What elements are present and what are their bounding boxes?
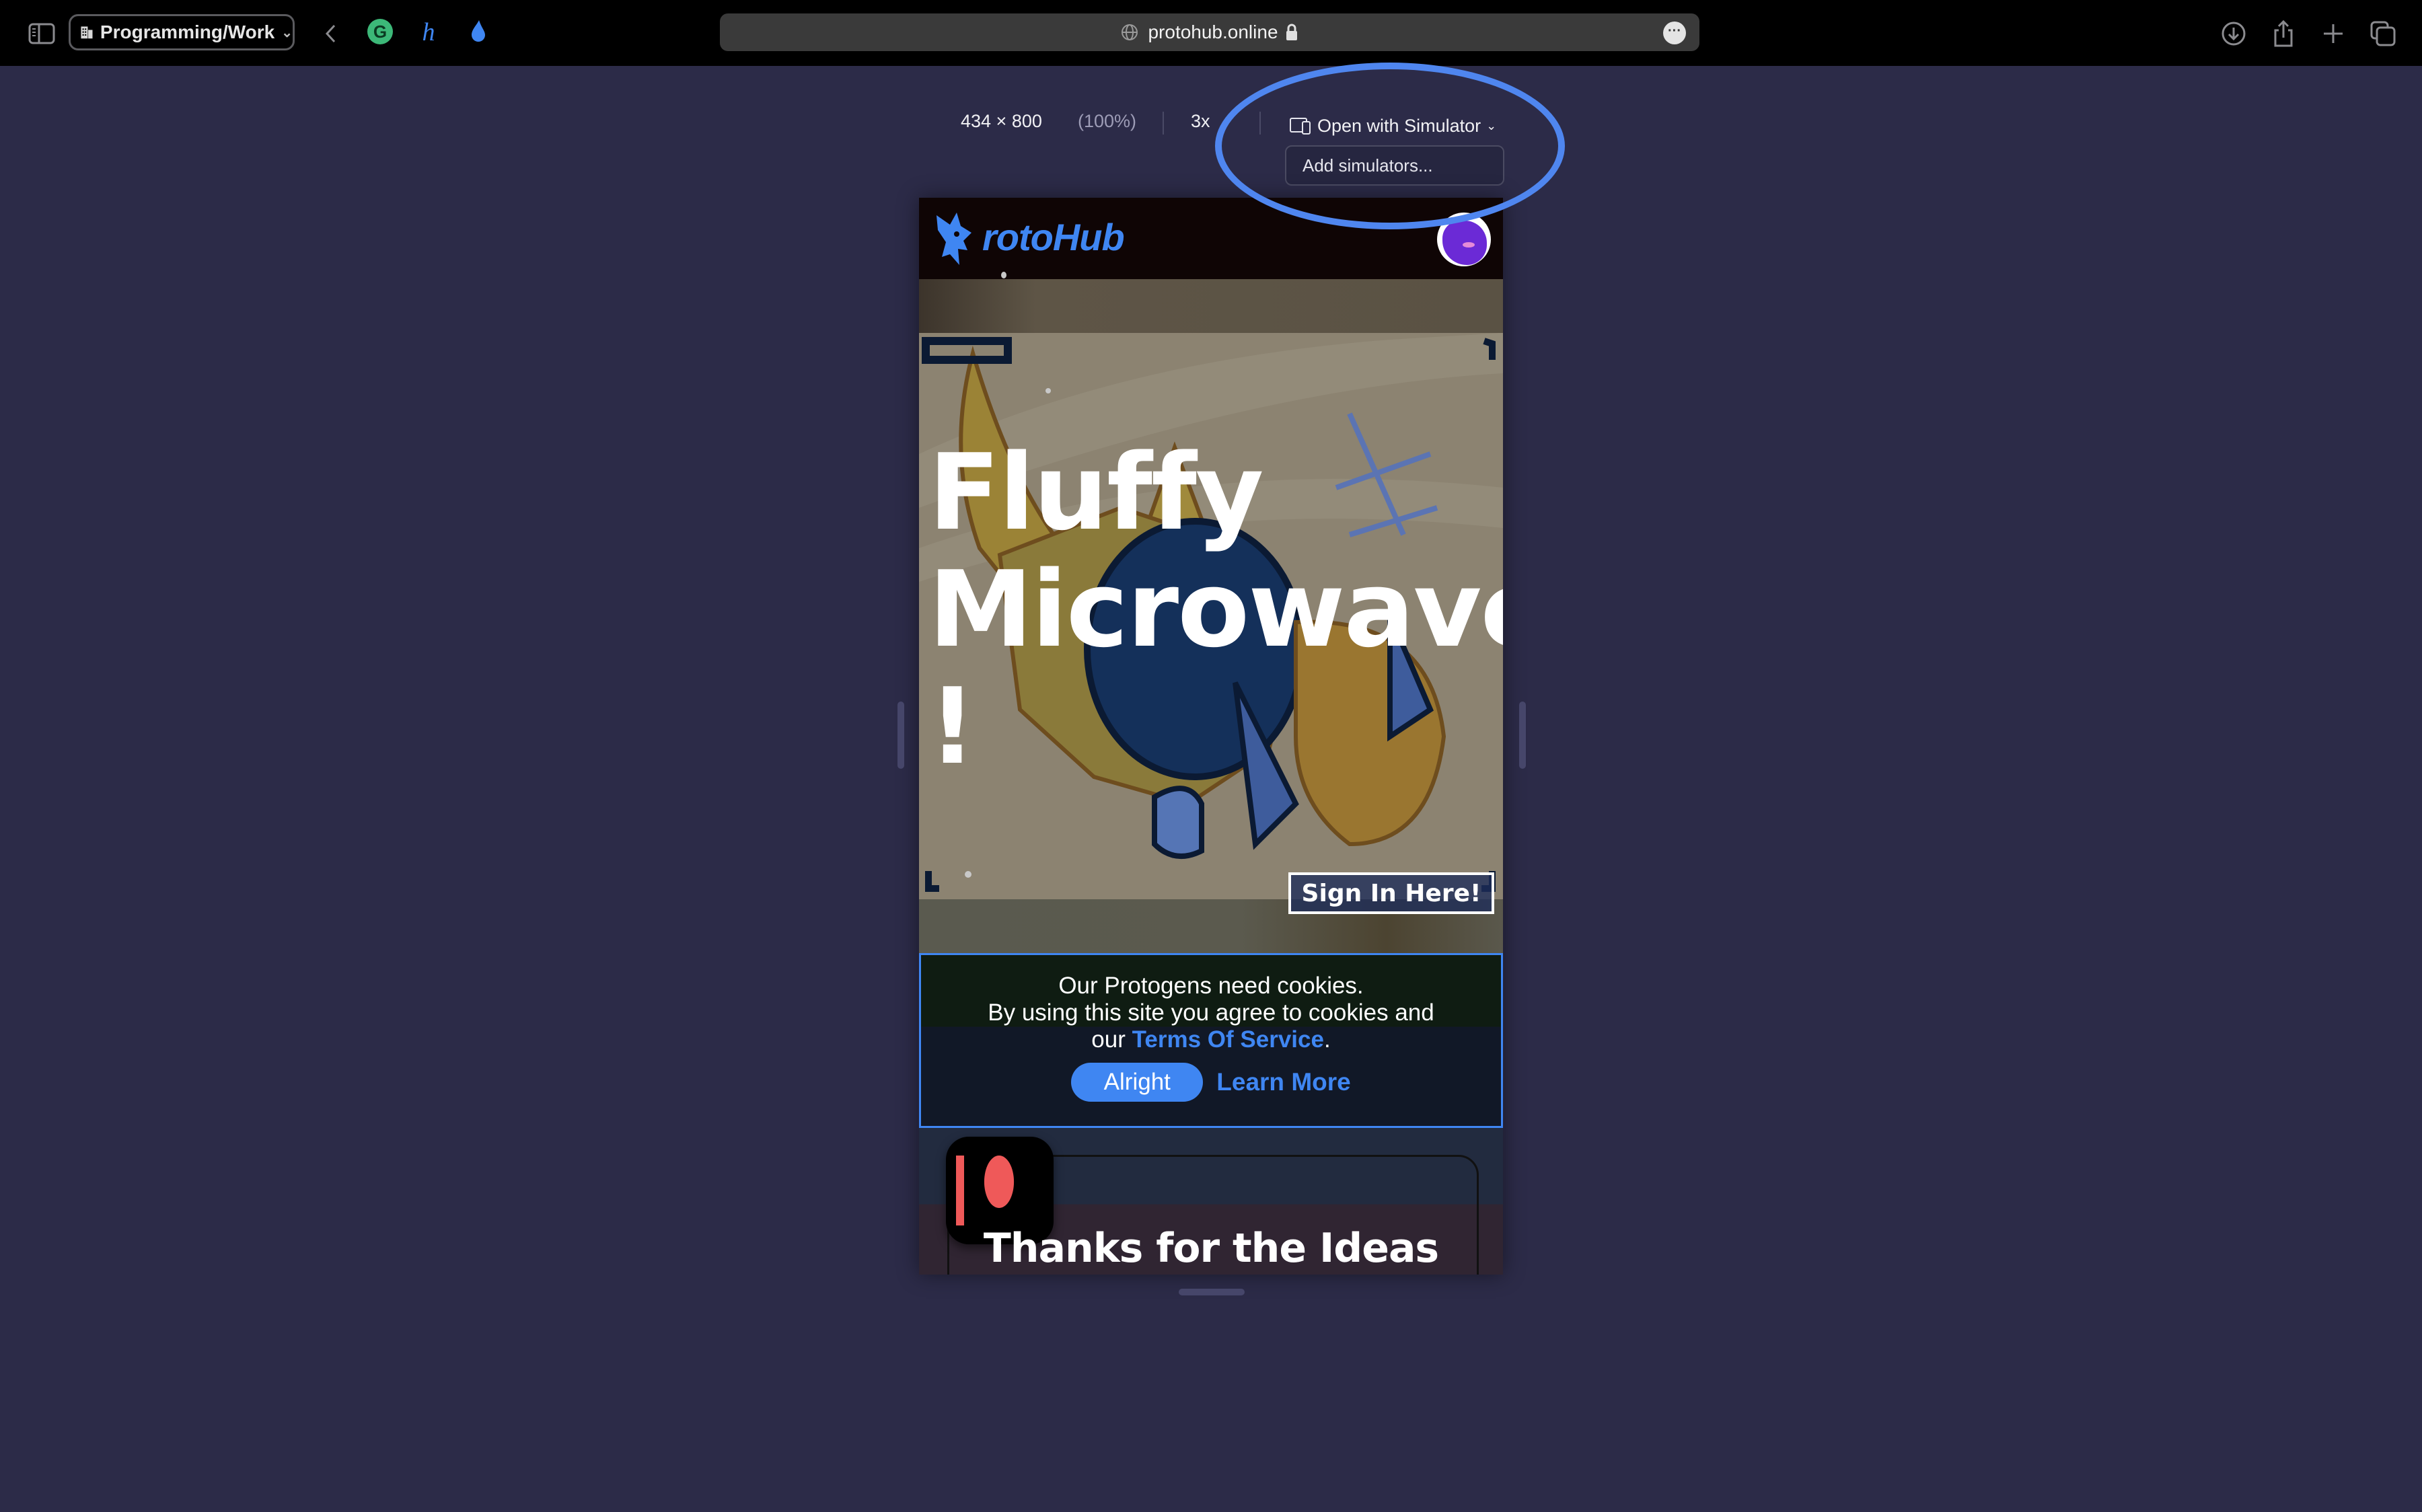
share-icon[interactable] bbox=[2269, 19, 2298, 48]
resize-handle-left[interactable] bbox=[897, 702, 904, 769]
h-extension-icon[interactable]: h bbox=[413, 16, 444, 47]
device-viewport: rotoHub Fluffy Microwav ! Sign In Here! … bbox=[919, 198, 1503, 1275]
cookie-message: our Terms Of Service. bbox=[921, 1026, 1501, 1053]
cookie-message: Our Protogens need cookies. bbox=[1058, 973, 1364, 999]
patreon-bar bbox=[956, 1156, 964, 1225]
card-title: Thanks for the Ideas bbox=[983, 1225, 1439, 1272]
protogen-logo-icon[interactable] bbox=[934, 210, 981, 268]
add-simulators-menu-item[interactable]: Add simulators... bbox=[1285, 145, 1504, 186]
browser-toolbar: Programming/Work ⌄ G h protohub.online ·… bbox=[0, 0, 2422, 66]
tab-group-label: Programming/Work bbox=[100, 22, 275, 42]
particle bbox=[965, 871, 971, 878]
toolbar-divider bbox=[1259, 112, 1261, 135]
address-bar[interactable]: protohub.online ··· bbox=[720, 13, 1699, 51]
page-menu-icon[interactable]: ··· bbox=[1663, 22, 1686, 44]
toolbar-divider bbox=[1163, 112, 1164, 135]
download-icon[interactable] bbox=[2219, 19, 2248, 48]
tabs-overview-icon[interactable] bbox=[2368, 19, 2398, 48]
resize-handle-right[interactable] bbox=[1519, 702, 1526, 769]
hero-title-line: Microwaves bbox=[928, 548, 1503, 671]
cookie-message-suffix: . bbox=[1323, 1026, 1331, 1053]
tab-group-selector[interactable]: Programming/Work ⌄ bbox=[69, 14, 295, 50]
resize-handle-bottom[interactable] bbox=[1179, 1289, 1245, 1295]
blue-drop-extension-icon[interactable] bbox=[463, 16, 494, 47]
chevron-down-icon: ⌄ bbox=[1486, 118, 1497, 133]
cookie-consent-banner: Our Protogens need cookies. By using thi… bbox=[919, 953, 1503, 1128]
user-avatar[interactable] bbox=[1437, 213, 1491, 266]
open-with-simulator-label: Open with Simulator bbox=[1317, 115, 1481, 136]
svg-text:G: G bbox=[373, 22, 387, 42]
cookie-message-prefix: our bbox=[1091, 1026, 1132, 1053]
new-tab-plus-icon[interactable] bbox=[2318, 19, 2348, 48]
hero-title-line: Fluffy bbox=[928, 431, 1264, 554]
pixel-ratio[interactable]: 3x bbox=[1191, 111, 1210, 141]
patreon-section: Thanks for the Ideas bbox=[919, 1128, 1503, 1275]
site-logo-text[interactable]: rotoHub bbox=[982, 215, 1125, 259]
url-text: protohub.online bbox=[1148, 22, 1278, 42]
site-header: rotoHub bbox=[919, 198, 1503, 279]
accept-cookies-button[interactable]: Alright bbox=[1071, 1063, 1204, 1102]
learn-more-link[interactable]: Learn More bbox=[1216, 1069, 1350, 1096]
hero-title: Fluffy Microwaves ! bbox=[928, 431, 1503, 788]
globe-icon bbox=[1122, 24, 1138, 40]
device-icon bbox=[1290, 118, 1311, 135]
grammarly-icon[interactable]: G bbox=[365, 16, 396, 47]
sign-in-button[interactable]: Sign In Here! bbox=[1288, 872, 1494, 914]
svg-text:h: h bbox=[423, 18, 435, 46]
chevron-down-icon: ⌄ bbox=[281, 25, 293, 40]
chevron-left-icon[interactable] bbox=[316, 19, 346, 48]
open-with-simulator-button[interactable]: Open with Simulator ⌄ bbox=[1289, 111, 1496, 141]
avatar-blush bbox=[1463, 242, 1475, 248]
hero-section: Fluffy Microwaves ! Sign In Here! bbox=[919, 279, 1503, 953]
particle bbox=[1045, 388, 1051, 393]
hero-title-line: ! bbox=[928, 665, 976, 788]
patreon-circle bbox=[984, 1156, 1015, 1208]
particle bbox=[1001, 272, 1006, 278]
sidebar-toggle-icon[interactable] bbox=[27, 19, 57, 48]
viewport-zoom[interactable]: (100%) bbox=[1078, 111, 1136, 141]
hero-blur-band bbox=[919, 279, 1503, 333]
building-icon bbox=[81, 26, 93, 39]
lock-icon bbox=[1286, 24, 1297, 40]
viewport-dimensions[interactable]: 434 × 800 bbox=[961, 111, 1042, 141]
cookie-message: By using this site you agree to cookies … bbox=[988, 999, 1434, 1026]
terms-of-service-link[interactable]: Terms Of Service bbox=[1132, 1026, 1324, 1053]
